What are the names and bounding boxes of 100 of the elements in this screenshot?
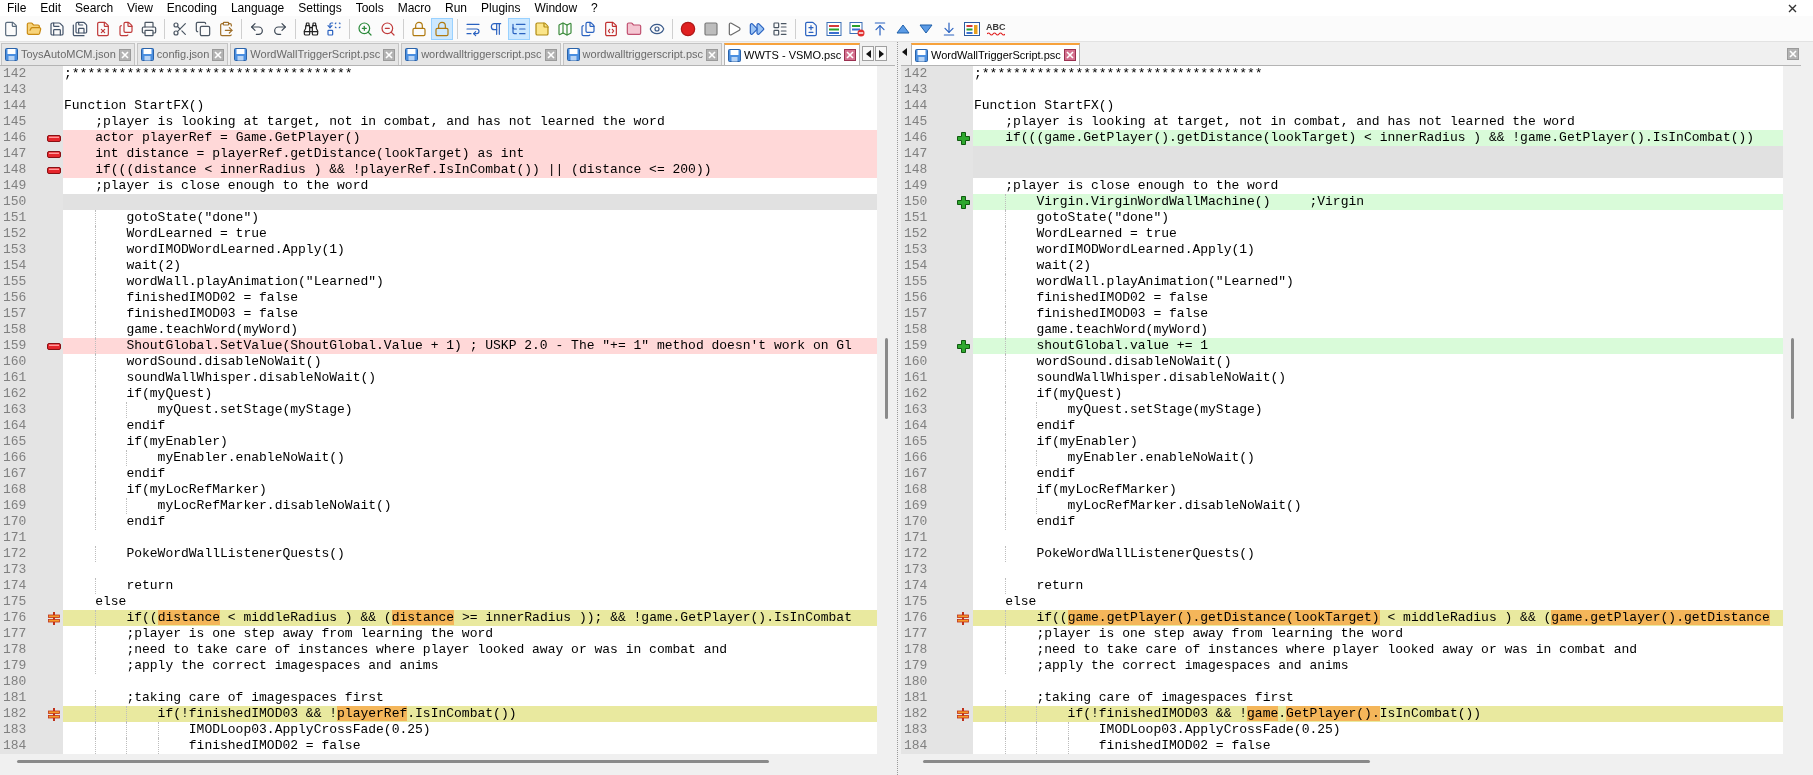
code-line: ShoutGlobal.SetValue(ShoutGlobal.Value + 1) ; USKP 2.0 - The "+= 1" method doesn't work on Gl xyxy=(126,338,852,354)
line-number: 158 xyxy=(3,322,27,338)
code-line: if(myQuest) xyxy=(126,386,213,402)
file-diff-icon xyxy=(803,20,819,37)
line-number: 176 xyxy=(904,610,928,626)
line-number: 147 xyxy=(904,146,928,162)
line-number: 145 xyxy=(3,114,27,130)
line-number: 168 xyxy=(3,482,27,498)
file-tab[interactable]: wordwalltriggerscript.psc xyxy=(562,43,723,65)
line-number: 181 xyxy=(3,690,27,706)
line-number: 151 xyxy=(3,210,27,226)
code-line: ;need to take care of instances where player looked away or was in combat and xyxy=(1036,642,1638,658)
file-tab[interactable]: WordWallTriggerScript.psc xyxy=(230,43,400,65)
code-editor[interactable] xyxy=(973,66,1783,754)
minus-marker-icon xyxy=(47,342,61,350)
menu-item[interactable]: ? xyxy=(584,0,605,16)
line-number: 158 xyxy=(904,322,928,338)
menu-item[interactable]: Plugins xyxy=(474,0,528,16)
code-line: ;apply the correct imagespaces and anims xyxy=(1036,658,1349,674)
scroll-tabs-right-button[interactable] xyxy=(875,46,888,61)
menu-item[interactable]: Run xyxy=(438,0,475,16)
line-number: 168 xyxy=(904,482,928,498)
panel-icon xyxy=(964,20,980,37)
file-tab[interactable]: WWTS - VSMO.psc xyxy=(724,43,861,65)
line-number: 148 xyxy=(3,162,27,178)
code-line: return xyxy=(126,578,174,594)
file-tab[interactable]: ToysAutoMCM.json xyxy=(1,43,135,65)
line-number: 170 xyxy=(3,514,27,530)
code-line: finishedIMOD03 = false xyxy=(126,306,299,322)
menu-item[interactable]: View xyxy=(120,0,160,16)
line-number: 180 xyxy=(3,674,27,690)
menu-item[interactable]: Language xyxy=(223,0,292,16)
line-number: 147 xyxy=(3,146,27,162)
menu-item[interactable]: File xyxy=(0,0,34,16)
close-icon[interactable] xyxy=(1063,49,1076,61)
code-line: ;************************************ xyxy=(974,66,1263,82)
code-line: else xyxy=(95,594,127,610)
file-tab[interactable]: config.json xyxy=(136,43,229,65)
menu-item[interactable]: Macro xyxy=(390,0,438,16)
code-line: if(myLocRefMarker) xyxy=(126,482,267,498)
line-number: 165 xyxy=(904,434,928,450)
code-line: int distance = playerRef.getDistance(lookTarget) as int xyxy=(95,146,525,162)
line-number: 150 xyxy=(3,194,27,210)
line-number: 163 xyxy=(3,402,27,418)
code-line: actor playerRef = Game.GetPlayer() xyxy=(95,130,361,146)
code-line: ;apply the correct imagespaces and anims xyxy=(126,658,439,674)
close-icon[interactable] xyxy=(844,49,857,61)
code-line: if(myLocRefMarker) xyxy=(1036,482,1177,498)
line-number: 161 xyxy=(3,370,27,386)
line-number: 178 xyxy=(3,642,27,658)
code-line: finishedIMOD03 = false xyxy=(1036,306,1209,322)
menu-item[interactable]: Settings xyxy=(291,0,349,16)
sync-horizontal-button[interactable] xyxy=(431,17,453,40)
indent-guide-button[interactable] xyxy=(508,17,530,40)
code-line: return xyxy=(1036,578,1084,594)
close-icon[interactable] xyxy=(1788,3,1797,13)
scrollbar-thumb[interactable] xyxy=(884,338,888,419)
code-line: if(!finishedIMOD03 && !playerRef.IsInCombat()) xyxy=(157,706,517,722)
menu-item[interactable]: Encoding xyxy=(159,0,224,16)
code-line: endif xyxy=(126,466,166,482)
code-line: ;player is looking at target, not in combat, and has not learned the word xyxy=(1005,114,1575,130)
scrollbar-thumb[interactable] xyxy=(17,759,769,763)
scrollbar-thumb[interactable] xyxy=(923,759,1370,763)
code-line: finishedIMOD02 = false xyxy=(126,290,299,306)
menu-item[interactable]: Window xyxy=(527,0,585,16)
binoculars-icon xyxy=(303,20,319,37)
open-folder-icon xyxy=(26,20,42,37)
line-number: 183 xyxy=(3,722,27,738)
line-number: 177 xyxy=(904,626,928,642)
file-x-icon xyxy=(95,20,111,37)
menu-item[interactable]: Search xyxy=(68,0,121,16)
code-line: wordSound.disableNoWait() xyxy=(1036,354,1232,370)
line-number: 166 xyxy=(904,450,928,466)
menu-item[interactable]: Tools xyxy=(348,0,391,16)
scroll-tabs-left-button[interactable] xyxy=(862,46,875,61)
scrollbar-thumb[interactable] xyxy=(1790,338,1794,419)
file-icon xyxy=(3,20,19,37)
spell-check-button[interactable]: ABC xyxy=(984,17,1008,40)
play-icon xyxy=(726,20,742,37)
line-number: 161 xyxy=(904,370,928,386)
code-line: wordWall.playAnimation("Learned") xyxy=(126,274,384,290)
code-editor[interactable] xyxy=(63,66,877,754)
file-tab[interactable]: WordWallTriggerScript.psc xyxy=(911,43,1080,65)
code-line: finishedIMOD02 = false xyxy=(1036,290,1209,306)
file-tab[interactable]: wordwalltriggerscript.psc xyxy=(401,43,561,65)
code-line: ;player is one step away from learning the word xyxy=(126,626,494,642)
code-line: WordLearned = true xyxy=(1036,226,1177,242)
line-number: 184 xyxy=(3,738,27,754)
line-number: 172 xyxy=(3,546,27,562)
menu-item[interactable]: Edit xyxy=(33,0,69,16)
code-line: myEnabler.enableNoWait() xyxy=(157,450,345,466)
arrow-up-to-line-icon xyxy=(872,20,888,37)
code-line: endif xyxy=(126,514,166,530)
plus-marker-icon xyxy=(956,195,970,209)
triangle-up-icon xyxy=(896,23,910,34)
code-line: Virgin.VirginWordWallMachine() ;Virgin xyxy=(1036,194,1365,210)
line-number: 143 xyxy=(3,82,27,98)
undo-icon xyxy=(249,20,265,37)
line-number: 160 xyxy=(904,354,928,370)
line-number: 175 xyxy=(904,594,928,610)
